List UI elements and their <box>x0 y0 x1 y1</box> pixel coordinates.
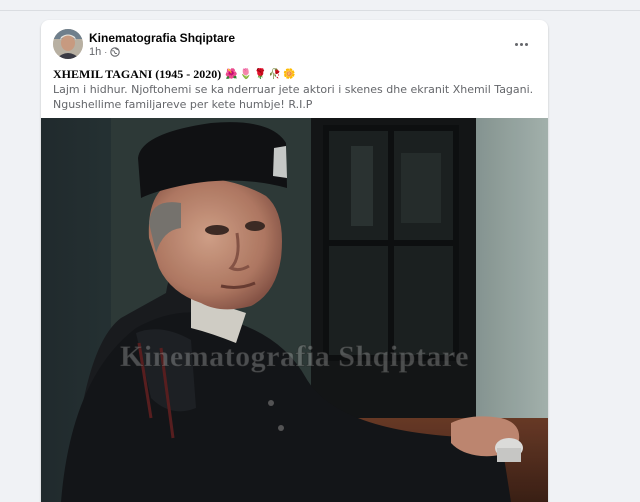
emoji-row: 🌺 🌷 🌹 🥀 🌼 <box>225 68 296 80</box>
post-text: XHEMIL TAGANI (1945 - 2020) 🌺 🌷 🌹 🥀 🌼 La… <box>53 67 533 112</box>
page-name-link[interactable]: Kinematografia Shqiptare <box>89 31 235 45</box>
post-body-line-2: Ngushellime familjareve per kete humbje!… <box>53 98 313 111</box>
post-photo[interactable]: Kinematografia Shqiptare <box>41 118 548 502</box>
blossom-emoji-icon: 🌼 <box>283 68 296 80</box>
wilted-flower-emoji-icon: 🥀 <box>268 68 282 80</box>
tulip-emoji-icon: 🌷 <box>239 68 253 80</box>
photo-scene <box>41 118 548 502</box>
headline-text: XHEMIL TAGANI (1945 - 2020) <box>53 67 222 81</box>
photo-watermark: Kinematografia Shqiptare <box>120 340 469 374</box>
post-body-line-1: Lajm i hidhur. Njoftohemi se ka nderruar… <box>53 83 534 96</box>
post-card: Kinematografia Shqiptare 1h · XHEMIL TAG… <box>41 20 548 502</box>
post-time[interactable]: 1h <box>89 46 101 58</box>
post-header: Kinematografia Shqiptare 1h · <box>53 29 536 63</box>
rose-emoji-icon: 🌹 <box>254 68 267 80</box>
post-meta: 1h · <box>89 46 120 58</box>
hibiscus-emoji-icon: 🌺 <box>225 68 238 80</box>
avatar[interactable] <box>53 29 83 59</box>
top-divider <box>0 10 640 11</box>
post-headline: XHEMIL TAGANI (1945 - 2020) 🌺 🌷 🌹 🥀 🌼 <box>53 67 533 82</box>
globe-icon[interactable] <box>110 47 120 57</box>
meta-separator: · <box>104 47 108 57</box>
more-options-icon[interactable] <box>510 33 532 55</box>
